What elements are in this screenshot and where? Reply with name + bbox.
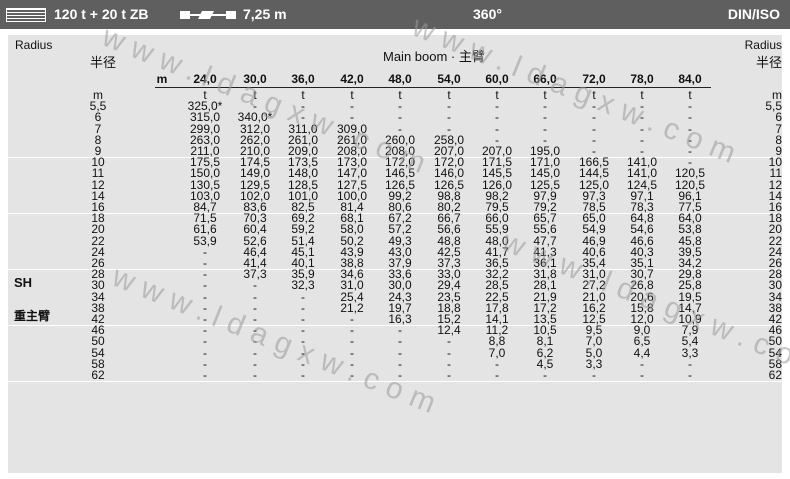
radius-label-right: Radius [744, 38, 782, 52]
table-row: 50- - - - - -8,8 8,1 7,0 6,5 5,4 50 [0, 335, 790, 347]
load-cell: - [253, 368, 257, 382]
table-row: 6 315,0 340,0* - - - - - - - - -6 [0, 111, 790, 123]
boom-length-header-cell: 78,0 [630, 72, 654, 86]
load-cell: - [592, 368, 596, 382]
radius-cell-right: 62 [768, 368, 782, 382]
table-row: mtttttttttttm [0, 89, 790, 101]
load-cell: - [640, 368, 644, 382]
load-cell: - [398, 368, 402, 382]
boom-length-header-cell: 36,0 [291, 72, 315, 86]
boom-length-header-cell: 72,0 [582, 72, 606, 86]
counterweight-icon [6, 8, 46, 22]
boom-length-header-cell: 24,0 [193, 72, 217, 86]
load-cell: - [447, 368, 451, 382]
load-cell: - [301, 368, 305, 382]
boom-length-header-cell: 84,0 [678, 72, 702, 86]
table-row: 58- - - - - - -4,5 3,3- -58 [0, 358, 790, 370]
load-cell: - [350, 368, 354, 382]
counterweight-config: 120 t + 20 t ZB [54, 6, 149, 22]
table-row: 5,5 325,0* - - - - - - - - - -5,5 [0, 100, 790, 112]
boom-length-header-cell: 60,0 [485, 72, 509, 86]
table-row: 42- - - -16,3 15,2 14,1 13,5 12,5 12,0 10,9 42 [0, 313, 790, 325]
slew-range: 360° [473, 6, 502, 22]
boom-length-header-cell: 48,0 [388, 72, 412, 86]
m-unit-label: m [156, 72, 168, 86]
radius-cn-left: 半径 [90, 55, 117, 70]
heavy-boom-label: 重主臂 [14, 309, 51, 323]
header-divider [155, 87, 711, 88]
boom-length-header-cell: 66,0 [533, 72, 557, 86]
load-cell: - [203, 368, 207, 382]
load-cell: - [688, 368, 692, 382]
radius-cn-right: 半径 [755, 55, 782, 70]
main-boom-title: Main boom · 主臂 [383, 49, 485, 64]
boom-length-header-cell: 30,0 [243, 72, 267, 86]
radius-cell-left: 62 [91, 368, 105, 382]
norm-label: DIN/ISO [727, 6, 780, 22]
radius-label-left: Radius [15, 38, 53, 52]
load-cell: - [495, 368, 499, 382]
sh-label: SH [14, 275, 33, 290]
table-row: 54- - - - - -7,0 6,2 5,0 4,4 3,3 54 [0, 346, 790, 359]
boom-length-header-cell: 54,0 [437, 72, 461, 86]
load-cell: - [543, 368, 547, 382]
jib-icon [180, 11, 236, 19]
table-row: 46- - - - -12,4 11,2 10,5 9,5 9,0 7,9 46 [0, 324, 790, 336]
jib-length: 7,25 m [243, 6, 287, 22]
table-row: 62 - - - - - - - - - - - 62 [0, 368, 790, 382]
header-bar: 120 t + 20 t ZB 7,25 m 360° DIN/ISO [0, 0, 790, 29]
row-separator [8, 381, 782, 383]
boom-length-header: m 24,0 30,0 36,0 42,0 48,0 54,0 60,0 66,0 72,0 78… [0, 72, 790, 88]
boom-length-header-cell: 42,0 [340, 72, 364, 86]
